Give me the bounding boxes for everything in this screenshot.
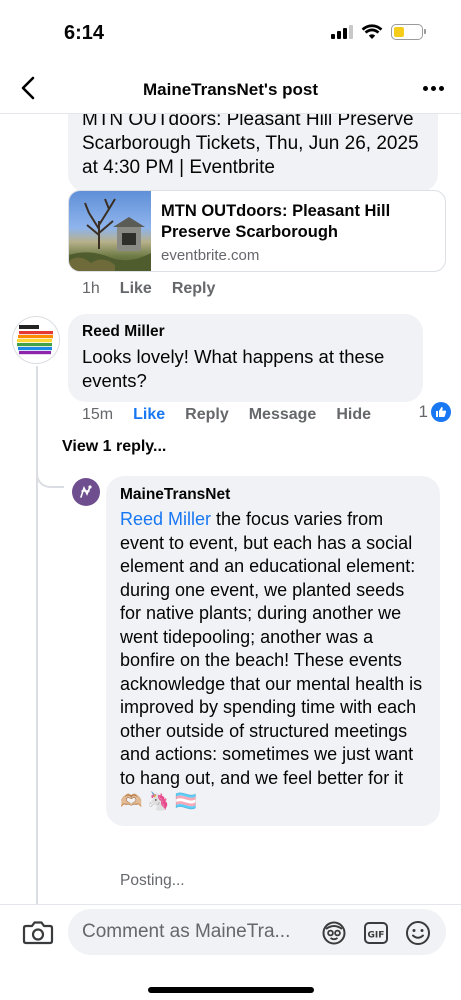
thumbs-up-icon bbox=[431, 402, 451, 422]
comment-time: 15m bbox=[82, 406, 114, 423]
comments-feed[interactable]: MTN OUTdoors: Pleasant Hill Preserve Sca… bbox=[0, 114, 461, 904]
preserve-photo bbox=[69, 198, 151, 271]
reply-body: the focus varies from event to event, bu… bbox=[120, 509, 423, 811]
page-title: MaineTransNet's post bbox=[142, 80, 319, 99]
status-icons bbox=[331, 24, 426, 40]
gif-icon: GIF bbox=[364, 922, 388, 944]
dot bbox=[422, 85, 428, 91]
cellular-signal-icon bbox=[331, 25, 353, 39]
link-thumbnail-image bbox=[69, 191, 151, 271]
thread-connector bbox=[36, 464, 64, 488]
comment-composer: Comment as MaineTra... GIF bbox=[0, 904, 461, 1000]
like-button[interactable]: Like bbox=[120, 280, 152, 298]
status-time: 6:14 bbox=[64, 22, 105, 44]
comment-text: MTN OUTdoors: Pleasant Hill Preserve Sca… bbox=[82, 114, 419, 178]
gif-button[interactable]: GIF bbox=[362, 919, 390, 947]
reply-text: Reed Miller the focus varies from event … bbox=[120, 508, 426, 814]
comment-placeholder: Comment as MaineTra... bbox=[82, 921, 291, 942]
emoji-button[interactable] bbox=[404, 919, 432, 947]
avatar-sticker-button[interactable] bbox=[320, 919, 348, 947]
like-button[interactable]: Like bbox=[133, 406, 165, 424]
reaction-count[interactable]: 1 bbox=[419, 402, 451, 422]
reply-bubble[interactable]: MaineTransNet Reed Miller the focus vari… bbox=[106, 476, 440, 826]
wifi-icon bbox=[361, 24, 383, 39]
status-bar: 6:14 bbox=[0, 0, 461, 62]
camera-button[interactable] bbox=[22, 919, 54, 945]
comment-text: Looks lovely! What happens at these even… bbox=[82, 346, 385, 391]
avatar-sticker-icon bbox=[322, 921, 346, 945]
posting-status: Posting... bbox=[120, 872, 185, 889]
comment-time: 1h bbox=[82, 280, 100, 297]
comment-actions: 1h Like Reply bbox=[82, 280, 235, 298]
comment-actions: 15m Like Reply Message Hide bbox=[82, 406, 391, 424]
link-preview-card[interactable]: MTN OUTdoors: Pleasant Hill Preserve Sca… bbox=[68, 190, 446, 272]
avatar[interactable] bbox=[12, 316, 60, 364]
avatar[interactable] bbox=[72, 478, 100, 506]
view-replies-link[interactable]: View 1 reply... bbox=[62, 438, 166, 456]
more-options-button[interactable] bbox=[419, 76, 447, 100]
rainbow-sticker-avatar bbox=[17, 325, 53, 355]
hide-button[interactable]: Hide bbox=[336, 406, 371, 424]
dot bbox=[438, 85, 444, 91]
comment-bubble[interactable]: Reed Miller Looks lovely! What happens a… bbox=[68, 314, 423, 402]
reply-author[interactable]: MaineTransNet bbox=[120, 486, 426, 504]
mainetransnet-logo-icon bbox=[80, 485, 92, 498]
mention-link[interactable]: Reed Miller bbox=[120, 509, 211, 529]
battery-icon bbox=[391, 24, 426, 40]
thread-line bbox=[36, 366, 38, 904]
comment-bubble[interactable]: MTN OUTdoors: Pleasant Hill Preserve Sca… bbox=[68, 114, 438, 192]
nav-bar: MaineTransNet's post bbox=[0, 62, 461, 114]
comment-input[interactable]: Comment as MaineTra... GIF bbox=[68, 909, 446, 955]
svg-text:GIF: GIF bbox=[368, 931, 385, 941]
message-button[interactable]: Message bbox=[249, 406, 317, 424]
camera-icon bbox=[22, 921, 54, 945]
comment-author[interactable]: Reed Miller bbox=[82, 323, 409, 341]
reply-button[interactable]: Reply bbox=[172, 280, 216, 298]
smiley-icon bbox=[406, 921, 430, 945]
home-indicator[interactable] bbox=[148, 987, 314, 993]
reply-button[interactable]: Reply bbox=[185, 406, 229, 424]
link-domain: eventbrite.com bbox=[161, 247, 260, 264]
link-title: MTN OUTdoors: Pleasant Hill Preserve Sca… bbox=[161, 202, 391, 241]
dot bbox=[430, 85, 436, 91]
reaction-count-number: 1 bbox=[418, 402, 428, 421]
